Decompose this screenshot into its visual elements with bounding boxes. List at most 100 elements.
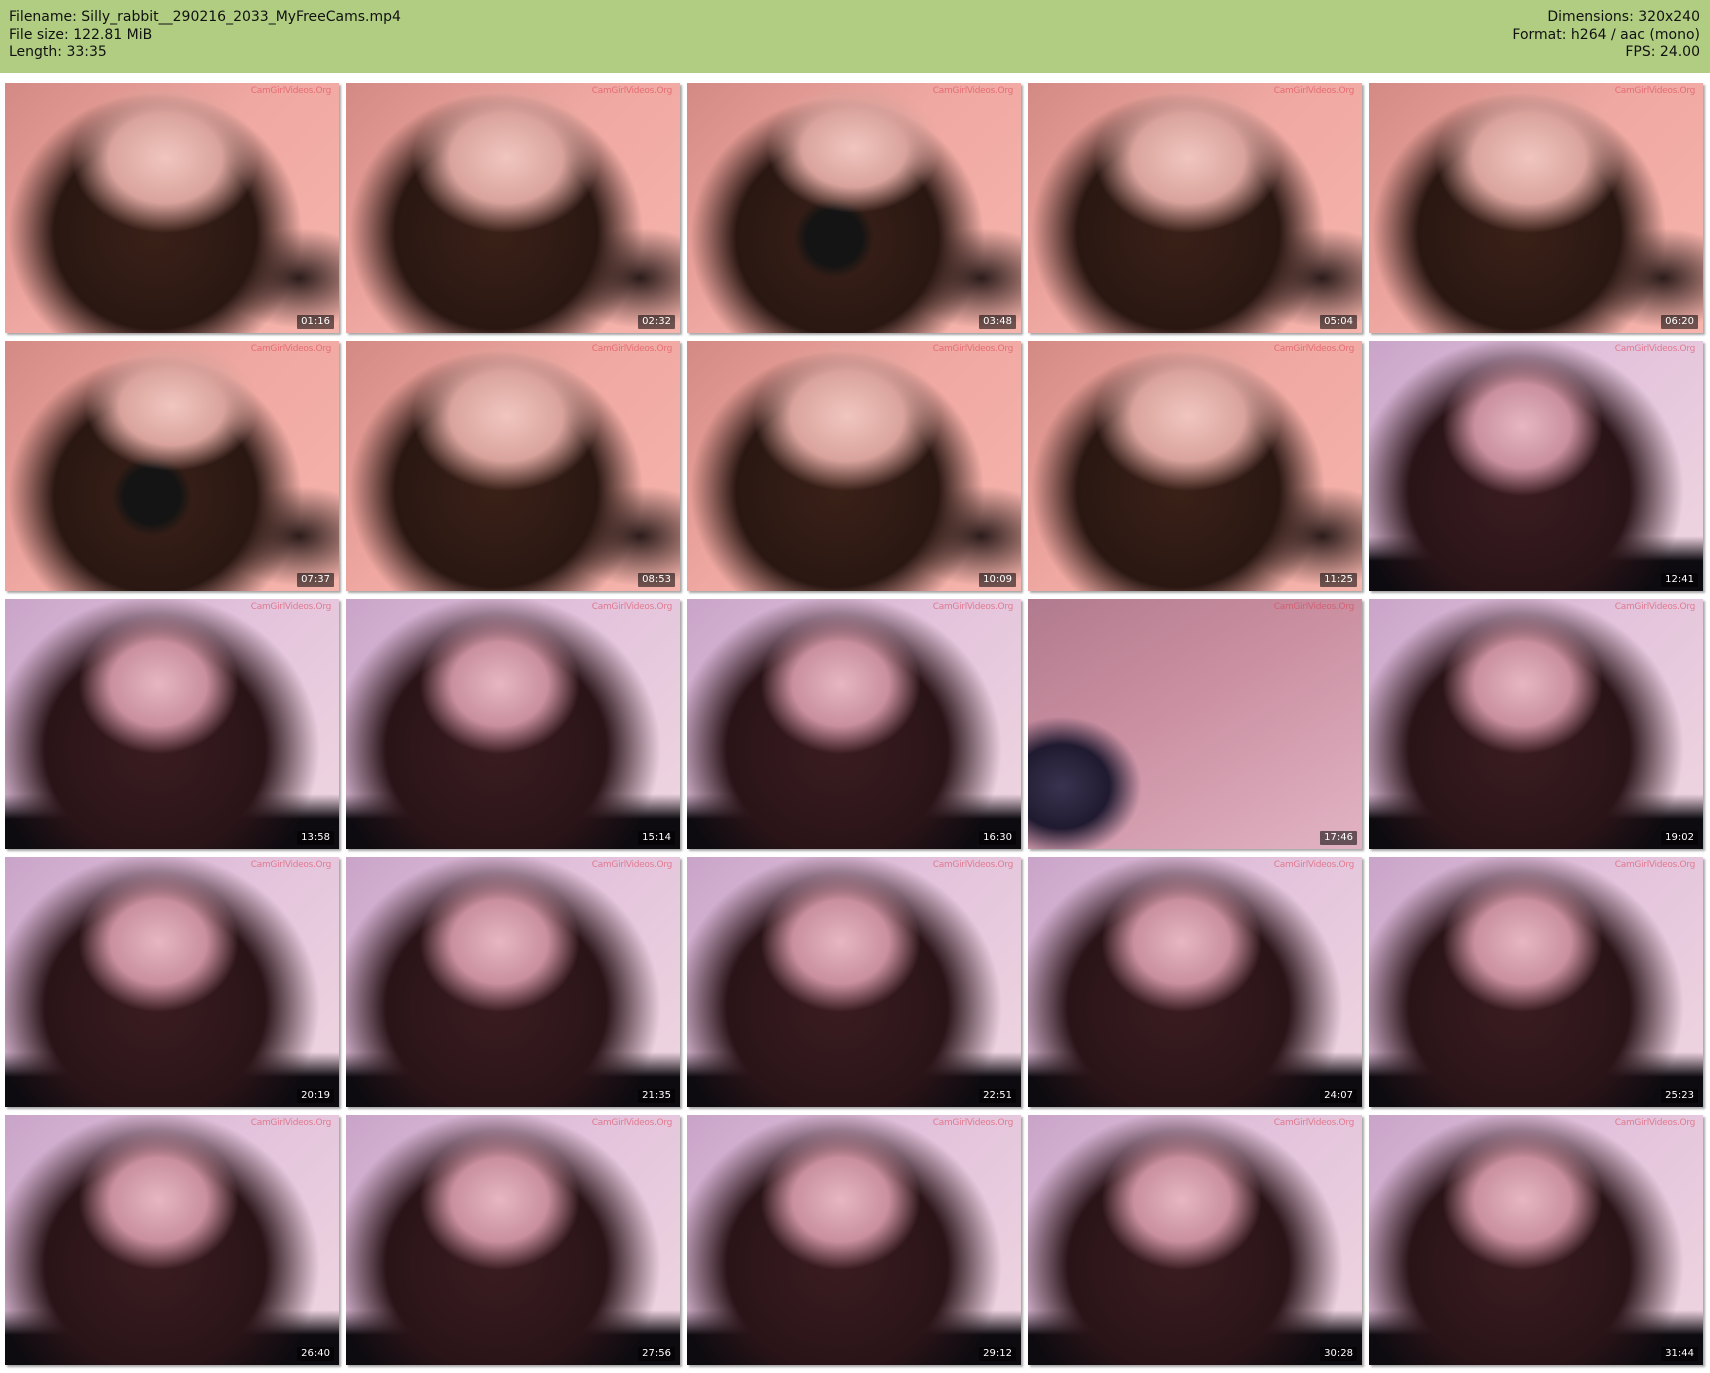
thumbnail-frame-image [346, 341, 680, 591]
video-thumbnail: CamGirlVideos.Org 11:25 [1028, 341, 1362, 591]
video-thumbnail: CamGirlVideos.Org 21:35 [346, 857, 680, 1107]
thumbnail-frame-image [5, 83, 339, 333]
watermark-label: CamGirlVideos.Org [932, 602, 1014, 612]
thumbnail-frame-image [346, 599, 680, 849]
filesize-label: File size: 122.81 MiB [9, 26, 153, 43]
thumbnail-frame-image [1369, 599, 1703, 849]
thumbnail-frame-image [1028, 599, 1362, 849]
timestamp-label: 07:37 [297, 573, 334, 587]
thumbnail-frame-image [1028, 83, 1362, 333]
thumbnail-frame-image [1028, 341, 1362, 591]
thumbnail-frame-image [1369, 341, 1703, 591]
watermark-label: CamGirlVideos.Org [932, 344, 1014, 354]
thumbnail-frame-image [1369, 857, 1703, 1107]
video-thumbnail: CamGirlVideos.Org 02:32 [346, 83, 680, 333]
watermark-label: CamGirlVideos.Org [1273, 1118, 1355, 1128]
watermark-label: CamGirlVideos.Org [1273, 860, 1355, 870]
watermark-label: CamGirlVideos.Org [1273, 602, 1355, 612]
info-header: Filename: Silly_rabbit__290216_2033_MyFr… [0, 0, 1710, 73]
video-thumbnail: CamGirlVideos.Org 01:16 [5, 83, 339, 333]
length-label: Length: 33:35 [9, 44, 107, 60]
timestamp-label: 31:44 [1661, 1347, 1698, 1361]
video-thumbnail: CamGirlVideos.Org 06:20 [1369, 83, 1703, 333]
video-thumbnail: CamGirlVideos.Org 27:56 [346, 1115, 680, 1365]
timestamp-label: 11:25 [1320, 573, 1357, 587]
watermark-label: CamGirlVideos.Org [1273, 344, 1355, 354]
watermark-label: CamGirlVideos.Org [250, 86, 332, 96]
timestamp-label: 13:58 [297, 831, 334, 845]
video-thumbnail: CamGirlVideos.Org 13:58 [5, 599, 339, 849]
timestamp-label: 16:30 [979, 831, 1016, 845]
timestamp-label: 19:02 [1661, 831, 1698, 845]
thumbnail-grid: CamGirlVideos.Org 01:16 CamGirlVideos.Org 0… [5, 83, 1707, 1368]
timestamp-label: 15:14 [638, 831, 675, 845]
thumbnail-frame-image [1028, 857, 1362, 1107]
watermark-label: CamGirlVideos.Org [591, 86, 673, 96]
timestamp-label: 08:53 [638, 573, 675, 587]
timestamp-label: 02:32 [638, 315, 675, 329]
video-thumbnail: CamGirlVideos.Org 17:46 [1028, 599, 1362, 849]
video-thumbnail: CamGirlVideos.Org 26:40 [5, 1115, 339, 1365]
thumbnail-frame-image [1369, 1115, 1703, 1365]
watermark-label: CamGirlVideos.Org [591, 860, 673, 870]
thumbnail-frame-image [687, 599, 1021, 849]
thumbnail-frame-image [687, 341, 1021, 591]
video-thumbnail: CamGirlVideos.Org 12:41 [1369, 341, 1703, 591]
watermark-label: CamGirlVideos.Org [1273, 86, 1355, 96]
timestamp-label: 29:12 [979, 1347, 1016, 1361]
timestamp-label: 24:07 [1320, 1089, 1357, 1103]
timestamp-label: 17:46 [1320, 831, 1357, 845]
watermark-label: CamGirlVideos.Org [250, 1118, 332, 1128]
stream-info: Dimensions: 320x240 Format: h264 / aac (… [1512, 9, 1700, 62]
video-thumbnail: CamGirlVideos.Org 22:51 [687, 857, 1021, 1107]
watermark-label: CamGirlVideos.Org [1614, 1118, 1696, 1128]
thumbnail-frame-image [5, 341, 339, 591]
thumbnail-frame-image [1028, 1115, 1362, 1365]
file-info: Filename: Silly_rabbit__290216_2033_MyFr… [9, 9, 401, 62]
video-thumbnail: CamGirlVideos.Org 08:53 [346, 341, 680, 591]
watermark-label: CamGirlVideos.Org [250, 860, 332, 870]
video-thumbnail: CamGirlVideos.Org 16:30 [687, 599, 1021, 849]
watermark-label: CamGirlVideos.Org [1614, 344, 1696, 354]
video-thumbnail: CamGirlVideos.Org 19:02 [1369, 599, 1703, 849]
filename-label: Filename: Silly_rabbit__290216_2033_MyFr… [9, 9, 401, 25]
video-thumbnail: CamGirlVideos.Org 03:48 [687, 83, 1021, 333]
video-thumbnail: CamGirlVideos.Org 07:37 [5, 341, 339, 591]
video-thumbnail: CamGirlVideos.Org 29:12 [687, 1115, 1021, 1365]
timestamp-label: 20:19 [297, 1089, 334, 1103]
watermark-label: CamGirlVideos.Org [591, 602, 673, 612]
timestamp-label: 01:16 [297, 315, 334, 329]
thumbnail-frame-image [687, 1115, 1021, 1365]
thumbnail-frame-image [687, 83, 1021, 333]
dimensions-label: Dimensions: 320x240 [1547, 9, 1700, 25]
watermark-label: CamGirlVideos.Org [1614, 86, 1696, 96]
timestamp-label: 30:28 [1320, 1347, 1357, 1361]
video-thumbnail: CamGirlVideos.Org 15:14 [346, 599, 680, 849]
timestamp-label: 10:09 [979, 573, 1016, 587]
watermark-label: CamGirlVideos.Org [1614, 860, 1696, 870]
watermark-label: CamGirlVideos.Org [250, 344, 332, 354]
watermark-label: CamGirlVideos.Org [932, 86, 1014, 96]
timestamp-label: 27:56 [638, 1347, 675, 1361]
timestamp-label: 12:41 [1661, 573, 1698, 587]
watermark-label: CamGirlVideos.Org [591, 1118, 673, 1128]
watermark-label: CamGirlVideos.Org [1614, 602, 1696, 612]
thumbnail-frame-image [346, 857, 680, 1107]
thumbnail-frame-image [346, 1115, 680, 1365]
watermark-label: CamGirlVideos.Org [932, 1118, 1014, 1128]
video-thumbnail: CamGirlVideos.Org 25:23 [1369, 857, 1703, 1107]
timestamp-label: 22:51 [979, 1089, 1016, 1103]
thumbnail-frame-image [346, 83, 680, 333]
format-label: Format: h264 / aac (mono) [1512, 26, 1700, 43]
video-thumbnail: CamGirlVideos.Org 20:19 [5, 857, 339, 1107]
timestamp-label: 03:48 [979, 315, 1016, 329]
video-thumbnail: CamGirlVideos.Org 31:44 [1369, 1115, 1703, 1365]
timestamp-label: 06:20 [1661, 315, 1698, 329]
timestamp-label: 21:35 [638, 1089, 675, 1103]
video-thumbnail: CamGirlVideos.Org 10:09 [687, 341, 1021, 591]
video-thumbnail: CamGirlVideos.Org 05:04 [1028, 83, 1362, 333]
watermark-label: CamGirlVideos.Org [591, 344, 673, 354]
timestamp-label: 25:23 [1661, 1089, 1698, 1103]
fps-label: FPS: 24.00 [1625, 44, 1700, 60]
watermark-label: CamGirlVideos.Org [932, 860, 1014, 870]
